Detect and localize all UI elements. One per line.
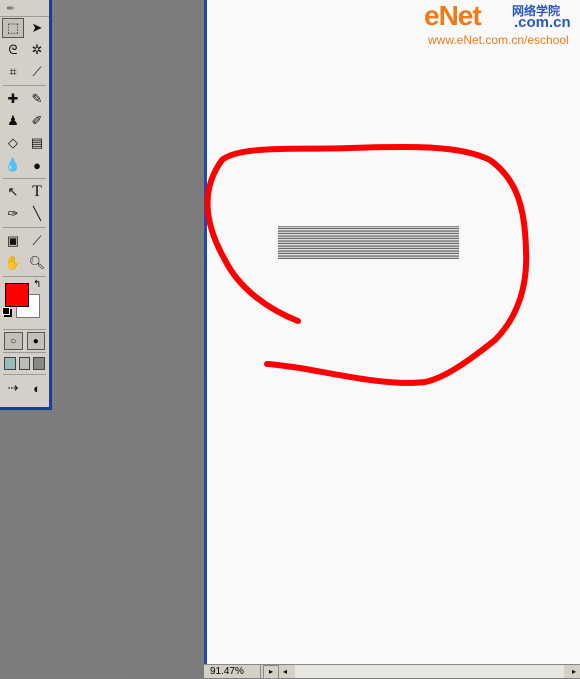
annotation-stroke xyxy=(204,143,530,386)
zoom-level[interactable]: 91.47% xyxy=(204,665,261,678)
red-annotation-circle xyxy=(204,143,530,386)
enet-logo: eNet xyxy=(424,0,482,32)
status-bar: 91.47% ▸ ◂ ▸ xyxy=(204,664,580,679)
watermark-url: www.eNet.com.cn/eschool xyxy=(428,33,569,47)
logo-domain: .com.cn xyxy=(514,14,571,31)
logo-net: Net xyxy=(438,0,482,31)
logo-e: e xyxy=(424,0,440,31)
scroll-right-icon[interactable]: ▸ xyxy=(568,667,580,676)
scroll-left-icon[interactable]: ◂ xyxy=(279,667,291,676)
status-menu-button[interactable]: ▸ xyxy=(263,664,279,679)
horizontal-scrollbar[interactable] xyxy=(295,665,564,678)
